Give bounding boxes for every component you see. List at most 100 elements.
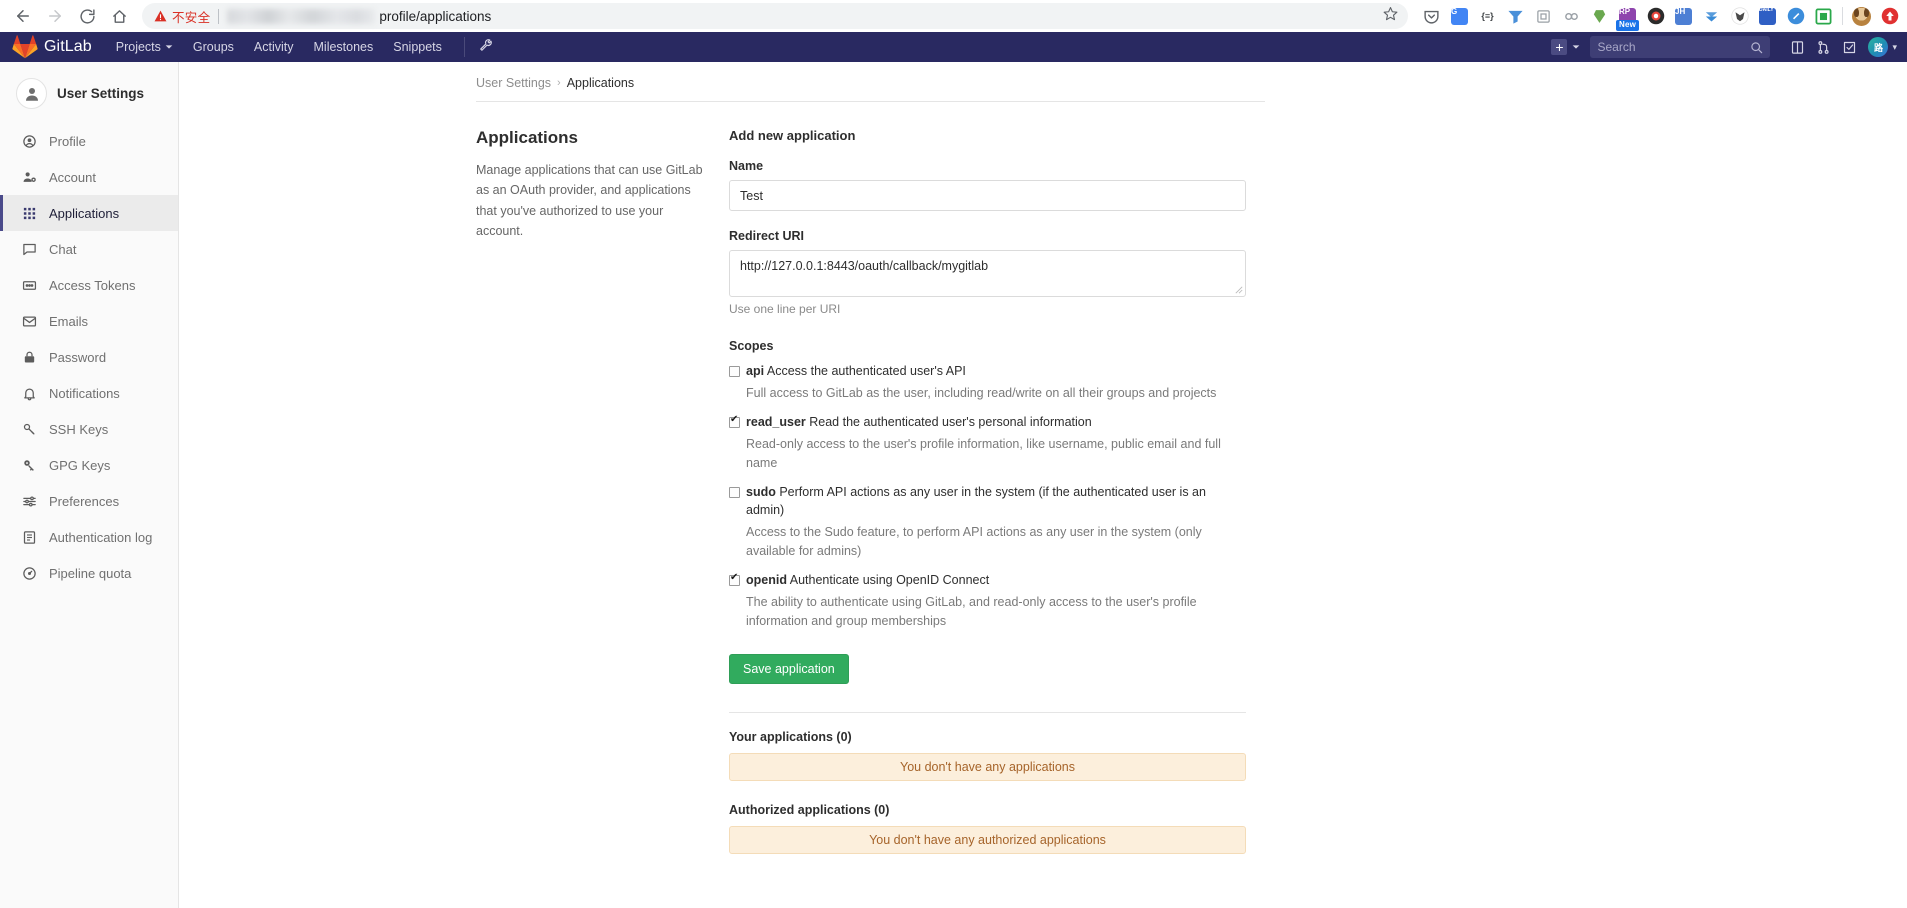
metamask-extension-icon[interactable]	[1730, 7, 1749, 26]
sidebar-item-chat[interactable]: Chat	[0, 231, 178, 267]
breadcrumb: User Settings › Applications	[476, 76, 1276, 101]
omnibox-divider	[218, 9, 219, 24]
redacted-domain	[227, 9, 375, 24]
nav-link-activity[interactable]: Activity	[254, 40, 294, 54]
todos-icon[interactable]	[1836, 34, 1862, 60]
screenshot-extension-icon[interactable]	[1534, 7, 1553, 26]
json-viewer-extension-icon[interactable]: {≡}	[1478, 7, 1497, 26]
navbar-right: + Search 路 ▾	[1551, 34, 1897, 60]
search-input[interactable]: Search	[1590, 36, 1770, 58]
chevron-down-icon[interactable]: ▾	[1892, 42, 1897, 53]
stop-extension-icon[interactable]	[1814, 7, 1833, 26]
sidebar-item-label: Profile	[49, 134, 86, 149]
rp-extension-icon[interactable]: RP New	[1618, 7, 1637, 26]
resize-handle-icon[interactable]	[1235, 286, 1243, 294]
issues-icon[interactable]	[1784, 34, 1810, 60]
name-input[interactable]: Test	[729, 180, 1246, 211]
scope-row-api[interactable]: api Access the authenticated user's API	[729, 362, 1246, 381]
redirect-uri-value: http://127.0.0.1:8443/oauth/callback/myg…	[740, 259, 988, 273]
gitlab-logo-icon[interactable]	[12, 35, 38, 59]
scope-checkbox-openid[interactable]	[729, 575, 740, 586]
security-status-label: 不安全	[172, 7, 210, 26]
daily-extension-icon[interactable]: DAILY	[1758, 7, 1777, 26]
your-applications-heading: Your applications (0)	[729, 730, 1246, 744]
search-placeholder: Search	[1597, 40, 1750, 54]
user-avatar[interactable]: 路	[1868, 37, 1888, 57]
scope-row-read-user[interactable]: read_user Read the authenticated user's …	[729, 413, 1246, 432]
extensions-strip: G {≡} RP New JH	[1418, 7, 1899, 26]
redirect-uri-helper-text: Use one line per URI	[729, 302, 1246, 316]
link-clump-extension-icon[interactable]	[1562, 7, 1581, 26]
camera-extension-icon[interactable]	[1646, 7, 1665, 26]
vysor-extension-icon[interactable]	[1506, 7, 1525, 26]
form-heading: Add new application	[729, 128, 1246, 143]
sidebar-item-pipeline-quota[interactable]: Pipeline quota	[0, 555, 178, 591]
navbar-links: Projects Groups Activity Milestones Snip…	[116, 40, 442, 54]
section-description-column: Applications Manage applications that ca…	[476, 128, 729, 876]
google-translate-extension-icon[interactable]: G	[1450, 7, 1469, 26]
sidebar-item-emails[interactable]: Emails	[0, 303, 178, 339]
sidebar-item-profile[interactable]: Profile	[0, 123, 178, 159]
sidebar-item-access-tokens[interactable]: Access Tokens	[0, 267, 178, 303]
redirect-uri-textarea[interactable]: http://127.0.0.1:8443/oauth/callback/myg…	[729, 250, 1246, 297]
save-application-button[interactable]: Save application	[729, 654, 849, 684]
pen-extension-icon[interactable]	[1786, 7, 1805, 26]
page-body: User Settings Profile Account Applicatio…	[0, 62, 1907, 908]
sidebar-item-authentication-log[interactable]: Authentication log	[0, 519, 178, 555]
sidebar-title: User Settings	[57, 86, 144, 101]
chevron-down-icon	[1572, 43, 1580, 51]
settings-columns: Applications Manage applications that ca…	[476, 102, 1276, 876]
sidebar-item-gpg-keys[interactable]: GPG Keys	[0, 447, 178, 483]
sidebar-item-notifications[interactable]: Notifications	[0, 375, 178, 411]
scope-title-api: api Access the authenticated user's API	[746, 362, 966, 381]
pocket-extension-icon[interactable]	[1422, 7, 1441, 26]
updown-extension-icon[interactable]	[1880, 7, 1899, 26]
merge-requests-icon[interactable]	[1810, 34, 1836, 60]
back-arrow-icon[interactable]	[8, 2, 38, 30]
scope-checkbox-sudo[interactable]	[729, 487, 740, 498]
nav-link-snippets[interactable]: Snippets	[393, 40, 442, 54]
wrench-icon[interactable]	[479, 38, 493, 57]
breadcrumb-parent[interactable]: User Settings	[476, 76, 551, 90]
sidebar-item-preferences[interactable]: Preferences	[0, 483, 178, 519]
nav-link-projects[interactable]: Projects	[116, 40, 173, 54]
redirect-uri-field-label: Redirect URI	[729, 229, 1246, 243]
gauge-icon	[21, 565, 37, 581]
scope-checkbox-api[interactable]	[729, 366, 740, 377]
sidebar-item-password[interactable]: Password	[0, 339, 178, 375]
page-title: Applications	[476, 128, 709, 148]
sidebar-item-account[interactable]: Account	[0, 159, 178, 195]
forward-arrow-icon[interactable]	[40, 2, 70, 30]
address-bar[interactable]: 不安全 profile/applications	[142, 3, 1408, 29]
sidebar-item-label: Access Tokens	[49, 278, 135, 293]
your-applications-empty-alert: You don't have any applications	[729, 753, 1246, 781]
gitlab-navbar: GitLab Projects Groups Activity Mileston…	[0, 32, 1907, 62]
scope-title-read-user: read_user Read the authenticated user's …	[746, 413, 1092, 432]
reload-icon[interactable]	[72, 2, 102, 30]
scope-checkbox-read-user[interactable]	[729, 417, 740, 428]
content-area: User Settings › Applications Application…	[179, 62, 1907, 908]
name-field-label: Name	[729, 159, 1246, 173]
scope-key-api: api	[746, 364, 764, 378]
sidebar-header: User Settings	[0, 72, 178, 115]
key-solid-icon	[21, 457, 37, 473]
sidebar-item-ssh-keys[interactable]: SSH Keys	[0, 411, 178, 447]
scope-row-openid[interactable]: openid Authenticate using OpenID Connect	[729, 571, 1246, 590]
gitlab-brand-label[interactable]: GitLab	[44, 38, 92, 56]
new-badge: New	[1616, 20, 1639, 31]
nav-link-milestones[interactable]: Milestones	[314, 40, 374, 54]
sidebar-item-label: GPG Keys	[49, 458, 110, 473]
scope-row-sudo[interactable]: sudo Perform API actions as any user in …	[729, 483, 1246, 521]
star-icon[interactable]	[1383, 6, 1398, 26]
new-item-button[interactable]: +	[1551, 39, 1580, 55]
clipper-extension-icon[interactable]	[1590, 7, 1609, 26]
profile-avatar-extension-icon[interactable]	[1852, 7, 1871, 26]
download-extension-icon[interactable]	[1702, 7, 1721, 26]
home-icon[interactable]	[104, 2, 134, 30]
jh-extension-icon[interactable]: JH	[1674, 7, 1693, 26]
nav-link-groups[interactable]: Groups	[193, 40, 234, 54]
scope-desc-sudo: Access to the Sudo feature, to perform A…	[746, 523, 1246, 561]
sidebar-item-applications[interactable]: Applications	[0, 195, 178, 231]
url-path-text: profile/applications	[379, 9, 491, 24]
chevron-down-icon	[165, 43, 173, 51]
